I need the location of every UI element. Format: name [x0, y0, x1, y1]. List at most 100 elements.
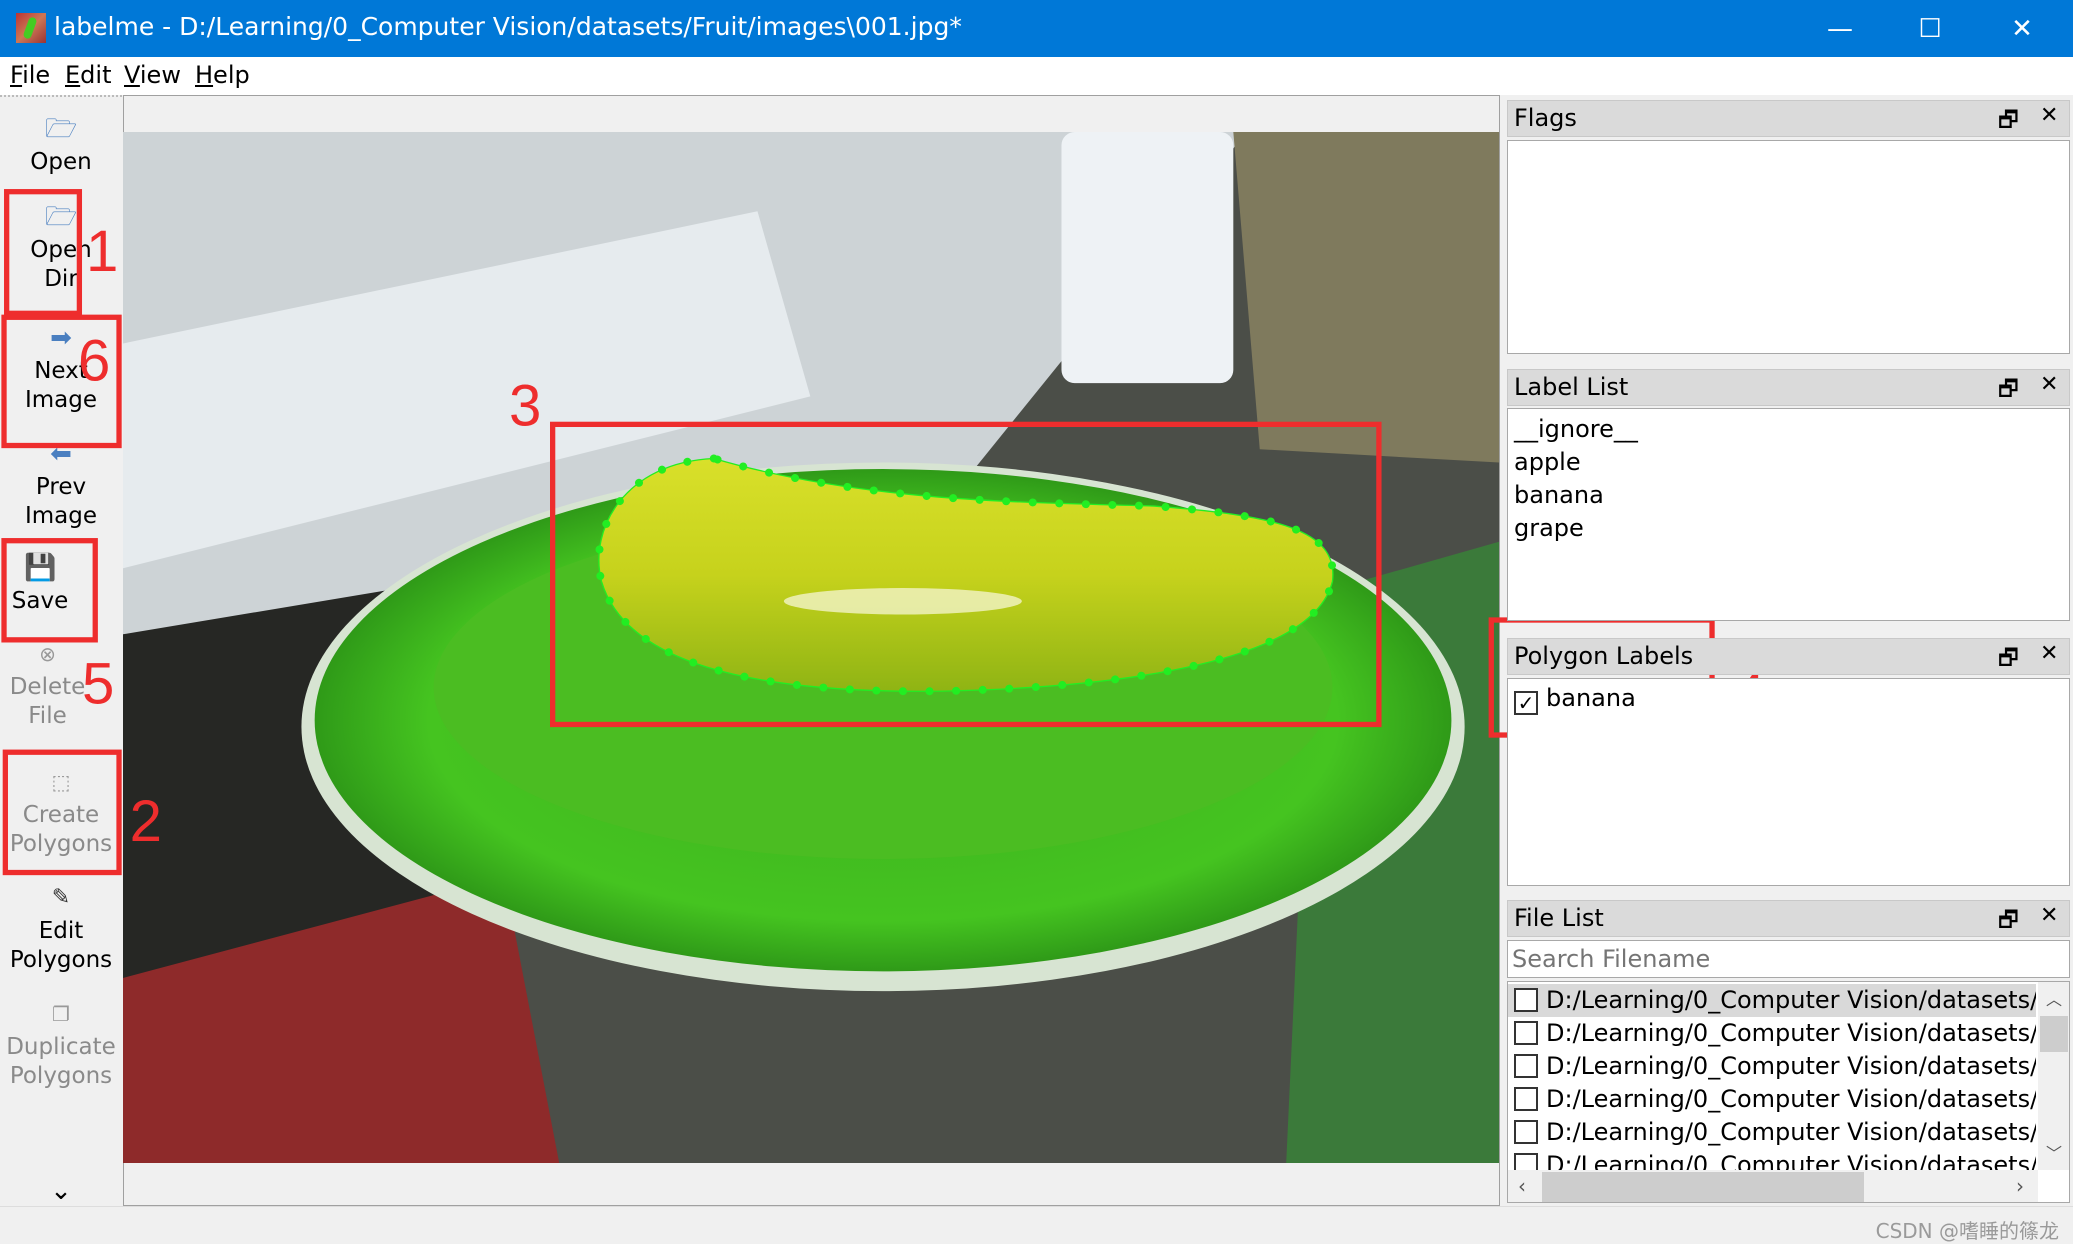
label-list-item[interactable]: __ignore__: [1508, 413, 2069, 446]
polygon-labels-dock-header: Polygon Labels 🗗 ✕: [1507, 638, 2070, 675]
next-image-button[interactable]: ➡ Next Image: [0, 323, 122, 415]
menu-file[interactable]: File: [10, 61, 50, 89]
polygon-labels-list: ✓ banana: [1507, 678, 2070, 886]
toolbar-more-chevron-icon[interactable]: ⌄: [0, 1177, 122, 1206]
scroll-up-icon[interactable]: ︿: [2046, 986, 2062, 1010]
menu-edit-mnemonic: E: [65, 61, 81, 89]
title-bar: labelme - D:/Learning/0_Computer Vision/…: [0, 0, 2073, 57]
edit-icon: ✎: [51, 885, 71, 910]
edit-polygons-label-2: Polygons: [9, 947, 113, 973]
dock-close-icon[interactable]: ✕: [2040, 903, 2058, 928]
checkbox[interactable]: [1514, 1120, 1538, 1144]
polygon-label-text: banana: [1546, 684, 1636, 712]
checkbox[interactable]: [1514, 1087, 1538, 1111]
file-list-dock-header: File List 🗗 ✕: [1507, 900, 2070, 937]
folder-icon: 🗁: [45, 202, 78, 232]
checkbox[interactable]: [1514, 1021, 1538, 1045]
checkbox[interactable]: [1514, 988, 1538, 1012]
file-list-item[interactable]: D:/Learning/0_Computer Vision/datasets/F…: [1508, 1017, 2036, 1050]
create-polygon-icon: ⬚: [51, 770, 71, 794]
window-title: labelme - D:/Learning/0_Computer Vision/…: [54, 12, 962, 41]
label-list-item[interactable]: apple: [1508, 446, 2069, 479]
prev-image-label-2: Image: [24, 503, 98, 529]
delete-file-label-2: File: [28, 703, 67, 729]
dock-close-icon[interactable]: ✕: [2040, 641, 2058, 666]
duplicate-polygons-button[interactable]: ❐ Duplicate Polygons: [0, 999, 122, 1091]
file-path: D:/Learning/0_Computer Vision/datasets/F…: [1546, 1085, 2036, 1113]
toolbar: 🗁 Open 🗁 Open Dir ➡ Next Image ⬅ Prev Image 💾 Sa…: [0, 95, 122, 1206]
label-list-dock-header: Label List 🗗 ✕: [1507, 369, 2070, 406]
dock-close-icon[interactable]: ✕: [2040, 103, 2058, 128]
horizontal-scroll-thumb[interactable]: [1542, 1172, 1864, 1202]
edit-polygons-label-1: Edit: [38, 918, 84, 944]
save-button[interactable]: 💾 Save: [0, 553, 80, 616]
create-polygons-button[interactable]: ⬚ Create Polygons: [0, 767, 122, 859]
vertical-scrollbar[interactable]: ︿ ﹀: [2038, 982, 2069, 1170]
label-list-item[interactable]: grape: [1508, 512, 2069, 545]
menu-bar: File Edit View Help: [0, 57, 2073, 95]
scroll-left-icon[interactable]: ‹: [1518, 1174, 1526, 1198]
flags-dock-header: Flags 🗗 ✕: [1507, 100, 2070, 137]
flags-list[interactable]: [1507, 140, 2070, 354]
polygon-labels-dock-title: Polygon Labels: [1514, 642, 1694, 670]
save-label: Save: [11, 588, 69, 614]
vertical-scroll-thumb[interactable]: [2040, 1016, 2068, 1052]
file-list-item[interactable]: D:/Learning/0_Computer Vision/datasets/F…: [1508, 1083, 2036, 1116]
checkbox[interactable]: [1514, 1054, 1538, 1078]
label-list-item[interactable]: banana: [1508, 479, 2069, 512]
checkbox[interactable]: [1514, 1153, 1538, 1171]
menu-edit[interactable]: Edit: [65, 61, 111, 89]
dock-float-icon[interactable]: 🗗: [1998, 903, 2019, 941]
status-bar: CSDN @嗜睡的篠龙: [0, 1206, 2073, 1244]
copy-icon: ❐: [52, 1002, 70, 1026]
label-list: __ignore__ apple banana grape: [1507, 408, 2070, 621]
menu-help-label: elp: [213, 61, 250, 89]
menu-help-mnemonic: H: [195, 61, 214, 89]
checkbox-checked[interactable]: ✓: [1514, 691, 1538, 715]
open-button[interactable]: 🗁 Open: [0, 114, 122, 177]
file-list: D:/Learning/0_Computer Vision/datasets/F…: [1507, 981, 2070, 1203]
minimize-button[interactable]: —: [1795, 0, 1885, 57]
delete-file-button[interactable]: ⊗ Delete File: [0, 639, 95, 731]
open-dir-button[interactable]: 🗁 Open Dir: [0, 202, 122, 294]
duplicate-polygons-label-2: Polygons: [9, 1063, 113, 1089]
maximize-button[interactable]: ☐: [1885, 0, 1975, 57]
labelme-app-icon: [16, 13, 46, 43]
image-canvas[interactable]: [123, 132, 1499, 1163]
scroll-right-icon[interactable]: ›: [2016, 1174, 2024, 1198]
photo-desk: [1233, 132, 1499, 463]
menu-help[interactable]: Help: [195, 61, 250, 89]
dock-float-icon[interactable]: 🗗: [1998, 103, 2019, 141]
edit-polygons-button[interactable]: ✎ Edit Polygons: [0, 883, 122, 975]
delete-icon: ⊗: [39, 642, 56, 666]
scroll-down-icon[interactable]: ﹀: [2046, 1140, 2062, 1164]
file-path: D:/Learning/0_Computer Vision/datasets/F…: [1546, 1118, 2036, 1146]
create-polygons-label-2: Polygons: [9, 831, 113, 857]
dock-close-icon[interactable]: ✕: [2040, 372, 2058, 397]
horizontal-scrollbar[interactable]: ‹ ›: [1508, 1170, 2038, 1202]
file-list-item[interactable]: D:/Learning/0_Computer Vision/datasets/F…: [1508, 1050, 2036, 1083]
dock-float-icon[interactable]: 🗗: [1998, 641, 2019, 679]
polygon-label-item[interactable]: ✓ banana: [1508, 682, 2069, 715]
search-filename-input[interactable]: [1507, 940, 2070, 978]
arrow-left-icon: ⬅: [50, 439, 72, 469]
file-path: D:/Learning/0_Computer Vision/datasets/F…: [1546, 1052, 2036, 1080]
flags-dock-title: Flags: [1514, 104, 1577, 132]
next-image-label-2: Image: [24, 387, 98, 413]
csdn-watermark: CSDN @嗜睡的篠龙: [1875, 1219, 2059, 1243]
prev-image-button[interactable]: ⬅ Prev Image: [0, 439, 122, 531]
prev-image-label-1: Prev: [35, 474, 87, 500]
next-image-label-1: Next: [34, 358, 88, 384]
file-list-item[interactable]: D:/Learning/0_Computer Vision/datasets/F…: [1508, 1149, 2036, 1171]
photo-bottle: [1061, 132, 1234, 384]
file-path: D:/Learning/0_Computer Vision/datasets/F…: [1546, 986, 2036, 1014]
close-window-button[interactable]: ✕: [1977, 0, 2067, 57]
open-dir-label-1: Open: [30, 237, 92, 263]
floppy-icon: 💾: [24, 553, 57, 583]
menu-view[interactable]: View: [124, 61, 181, 89]
file-list-item[interactable]: D:/Learning/0_Computer Vision/datasets/F…: [1508, 984, 2036, 1017]
file-list-dock-title: File List: [1514, 904, 1604, 932]
file-list-item[interactable]: D:/Learning/0_Computer Vision/datasets/F…: [1508, 1116, 2036, 1149]
menu-file-mnemonic: F: [10, 61, 23, 89]
dock-float-icon[interactable]: 🗗: [1998, 372, 2019, 410]
